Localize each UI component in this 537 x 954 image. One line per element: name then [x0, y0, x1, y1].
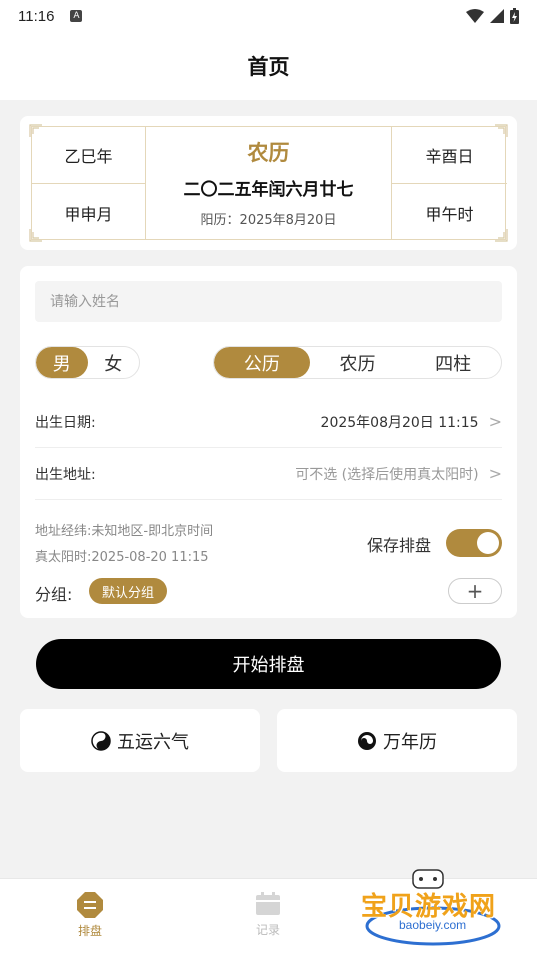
solar-date: 阳历：2025年8月20日 — [200, 213, 337, 228]
page-title: 首页 — [0, 32, 537, 100]
notification-a-icon: A — [70, 10, 83, 22]
birth-date-value: 2025年08月20日 11:15 — [320, 414, 479, 431]
lunar-center: 农历 二〇二五年闰六月廿七 阳历：2025年8月20日 — [146, 127, 391, 241]
calendar-card[interactable]: 乙巳年 甲申月 辛酉日 甲午时 农历 二〇二五年闰六月廿七 阳历：2025年8月… — [20, 116, 517, 250]
tab-chart-label: 排盘 — [77, 924, 102, 938]
chevron-right-icon: > — [488, 464, 502, 483]
add-group-button[interactable]: + — [448, 578, 502, 604]
form-card: 男 女 公历 农历 四柱 出生日期: 2025年08月20日 11:15 > 出… — [20, 266, 517, 618]
corner-ornament-icon — [495, 124, 508, 137]
gender-female-option[interactable]: 女 — [88, 347, 140, 378]
birth-place-label: 出生地址: — [35, 466, 96, 483]
year-pillar: 乙巳年 — [64, 147, 113, 166]
chart-icon — [77, 892, 103, 918]
toggle-knob — [477, 532, 499, 554]
hour-pillar: 甲午时 — [425, 204, 474, 224]
birth-date-label: 出生日期: — [35, 414, 96, 431]
signal-icon — [490, 9, 504, 23]
calendar-solar-option[interactable]: 公历 — [214, 347, 310, 378]
true-solar-time-text: 真太阳时:2025-08-20 11:15 — [35, 550, 209, 565]
calendar-four-pillars-option[interactable]: 四柱 — [405, 347, 501, 378]
tile-perpetual-calendar[interactable]: 万年历 — [277, 709, 517, 772]
lunar-date: 二〇二五年闰六月廿七 — [183, 180, 354, 200]
month-pillar: 甲申月 — [64, 204, 113, 224]
corner-ornament-icon — [29, 124, 42, 137]
gender-male-option[interactable]: 男 — [36, 347, 88, 378]
calendar-type-toggle[interactable]: 公历 农历 四柱 — [213, 346, 502, 379]
geo-coordinates-text: 地址经纬:未知地区-即北京时间 — [35, 524, 214, 539]
lunar-label: 农历 — [247, 141, 290, 165]
group-tag-default[interactable]: 默认分组 — [89, 578, 168, 604]
tile-perpetual-calendar-label: 万年历 — [383, 731, 437, 753]
birth-place-row[interactable]: 出生地址: 可不选 (选择后使用真太阳时) > — [35, 448, 502, 500]
save-chart-label: 保存排盘 — [367, 536, 432, 555]
corner-ornament-icon — [29, 229, 42, 242]
birth-date-row[interactable]: 出生日期: 2025年08月20日 11:15 > — [35, 396, 502, 448]
tile-five-movements-label: 五运六气 — [117, 731, 189, 753]
swirl-icon — [358, 731, 376, 750]
yin-yang-icon — [91, 730, 111, 751]
day-pillar: 辛酉日 — [425, 147, 474, 166]
watermark-logo: 宝贝游戏网 baobeiy.com — [355, 868, 515, 946]
battery-icon — [510, 8, 519, 24]
tile-five-movements[interactable]: 五运六气 — [20, 709, 260, 772]
save-chart-toggle[interactable] — [446, 529, 502, 557]
tab-records[interactable]: 记录 — [238, 891, 298, 938]
watermark-url: baobeiy.com — [399, 918, 467, 932]
status-icons — [466, 8, 519, 24]
calendar-frame: 乙巳年 甲申月 辛酉日 甲午时 农历 二〇二五年闰六月廿七 阳历：2025年8月… — [31, 126, 507, 241]
wifi-icon — [466, 9, 484, 23]
corner-ornament-icon — [495, 229, 508, 242]
status-time: 11:16 — [18, 7, 55, 25]
calendar-lunar-option[interactable]: 农历 — [310, 347, 406, 378]
calendar-icon — [256, 892, 280, 915]
status-bar: 11:16 A — [0, 0, 537, 32]
tab-chart[interactable]: 排盘 — [60, 891, 120, 939]
gender-toggle[interactable]: 男 女 — [35, 346, 140, 379]
group-label: 分组: — [35, 585, 73, 604]
tab-records-label: 记录 — [255, 923, 280, 937]
chevron-right-icon: > — [488, 412, 502, 431]
start-chart-button[interactable]: 开始排盘 — [36, 639, 501, 689]
name-input[interactable] — [35, 281, 502, 322]
birth-place-value: 可不选 (选择后使用真太阳时) — [295, 466, 479, 483]
